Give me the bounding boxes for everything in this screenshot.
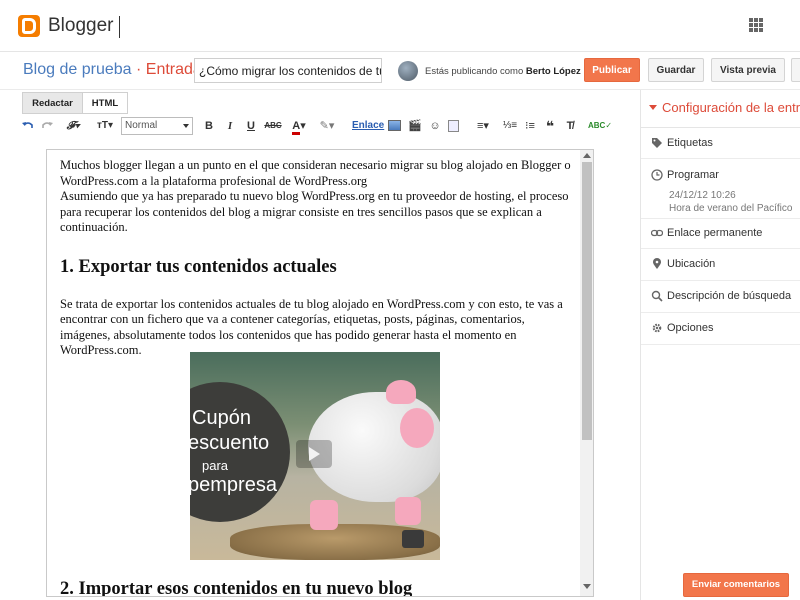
send-feedback-button[interactable]: Enviar comentarios (683, 573, 789, 597)
scroll-down-icon[interactable] (583, 584, 591, 589)
collapse-icon (649, 105, 657, 110)
undo-icon[interactable] (21, 116, 35, 136)
sidebar-item-schedule[interactable]: Programar 24/12/12 10:26 Hora de verano … (641, 159, 800, 219)
post-settings-title: Configuración de la entrada (662, 100, 800, 115)
avatar (398, 61, 418, 81)
sidebar-item-permalink[interactable]: Enlace permanente (641, 219, 800, 249)
publishing-as-text: Estás publicando como Berto López (425, 66, 581, 77)
breadcrumb: Blog de prueba · Entrada (23, 61, 202, 79)
divider (119, 16, 120, 38)
scroll-up-icon[interactable] (583, 153, 591, 158)
post-body-content[interactable]: Muchos blogger llegan a un punto en el q… (60, 158, 576, 596)
publish-button[interactable]: Publicar (584, 58, 640, 82)
paragraph: Se trata de exportar los contenidos actu… (60, 296, 563, 358)
video-text: escuento (190, 432, 270, 454)
sidebar-item-label: Programar (667, 169, 719, 181)
post-header: Blog de prueba · Entrada ¿Cómo migrar lo… (0, 52, 800, 90)
piggy-ear (386, 380, 416, 404)
video-text: para (202, 458, 229, 473)
numbered-list-icon[interactable]: ⅓≡ (502, 116, 518, 136)
editor-toolbar: 𝓕▾ тT▾ Normal B I U ABC A▾ ✎▾ Enlace 🎬 ☺… (18, 116, 618, 136)
post-settings-sidebar: Configuración de la entrada Etiquetas Pr… (640, 90, 800, 600)
paragraph: Asumiendo que ya has preparado tu nuevo … (60, 189, 569, 234)
sidebar-item-location[interactable]: Ubicación (641, 249, 800, 281)
emoji-icon[interactable]: ☺ (428, 116, 442, 136)
top-bar: Blogger (0, 0, 800, 52)
editor-scrollbar[interactable] (580, 150, 593, 596)
image-icon[interactable] (388, 116, 402, 136)
highlight-color-icon[interactable]: ✎▾ (316, 116, 338, 136)
sidebar-item-label: Descripción de búsqueda (667, 290, 792, 302)
publishing-prefix: Estás publicando como (425, 66, 524, 77)
video-text: pempresa (190, 474, 277, 496)
sidebar-item-options[interactable]: Opciones (641, 313, 800, 345)
close-button[interactable] (791, 58, 800, 82)
blog-name-link[interactable]: Blog de prueba (23, 61, 132, 78)
align-icon[interactable]: ≡▾ (473, 116, 493, 136)
bold-icon[interactable]: B (202, 116, 216, 136)
tab-html[interactable]: HTML (82, 92, 128, 114)
text-color-icon[interactable]: A▾ (288, 116, 310, 136)
preview-button[interactable]: Vista previa (711, 58, 785, 82)
quote-icon[interactable]: ❝ (543, 116, 557, 136)
redo-icon[interactable] (40, 116, 54, 136)
gear-icon (652, 323, 662, 333)
strikethrough-icon[interactable]: ABC (264, 116, 282, 136)
heading: 2. Importar esos contenidos en tu nuevo … (60, 579, 413, 597)
blogger-logo-icon[interactable] (18, 15, 40, 37)
sidebar-item-label: Etiquetas (667, 137, 713, 149)
font-size-icon[interactable]: тT▾ (94, 116, 116, 136)
clear-format-icon[interactable]: T̸ (563, 116, 577, 136)
search-icon (651, 290, 663, 302)
link-button[interactable]: Enlace (352, 116, 384, 136)
tag-icon (652, 138, 662, 148)
sidebar-item-labels[interactable]: Etiquetas (641, 128, 800, 159)
piggy-snout (400, 408, 434, 448)
scrollbar-thumb[interactable] (582, 162, 592, 440)
font-size-select[interactable]: Normal (121, 117, 193, 135)
location-icon (653, 258, 661, 269)
piggy-leg (395, 497, 421, 525)
embedded-video[interactable]: Cupón escuento para pempresa (190, 352, 440, 560)
save-button[interactable]: Guardar (648, 58, 704, 82)
apps-grid-icon[interactable] (749, 18, 763, 32)
post-title-input[interactable]: ¿Cómo migrar los contenidos de tu blog (194, 58, 382, 83)
post-settings-header[interactable]: Configuración de la entrada (641, 90, 800, 128)
paragraph: Muchos blogger llegan a un punto en el q… (60, 158, 571, 188)
watermark-logo (402, 530, 424, 548)
link-icon (651, 229, 663, 237)
underline-icon[interactable]: U (244, 116, 258, 136)
italic-icon[interactable]: I (223, 116, 237, 136)
schedule-timezone: Hora de verano del Pacífico (669, 203, 793, 214)
spellcheck-icon[interactable]: ABC✓ (588, 116, 612, 136)
clock-icon (651, 169, 663, 181)
bullet-list-icon[interactable]: ⁝≡ (522, 116, 538, 136)
heading: 1. Exportar tus contenidos actuales (60, 256, 337, 277)
breadcrumb-separator: · (135, 61, 142, 78)
post-body-editor[interactable]: Muchos blogger llegan a un punto en el q… (46, 149, 594, 597)
video-icon[interactable]: 🎬 (408, 116, 422, 136)
app-name[interactable]: Blogger (48, 15, 114, 37)
publishing-user[interactable]: Berto López (526, 66, 581, 77)
sidebar-item-label: Opciones (667, 322, 714, 334)
font-family-icon[interactable]: 𝓕▾ (63, 116, 83, 136)
chevron-down-icon (183, 124, 189, 128)
jump-break-icon[interactable] (448, 116, 462, 136)
font-size-value: Normal (125, 120, 158, 131)
sidebar-item-search-description[interactable]: Descripción de búsqueda (641, 281, 800, 313)
video-text: Cupón (192, 407, 251, 429)
play-icon[interactable] (296, 440, 332, 468)
tab-compose[interactable]: Redactar (22, 92, 83, 114)
sidebar-item-label: Enlace permanente (667, 227, 763, 239)
sidebar-item-label: Ubicación (667, 258, 716, 270)
piggy-leg (310, 500, 338, 530)
schedule-date: 24/12/12 10:26 (669, 190, 736, 201)
